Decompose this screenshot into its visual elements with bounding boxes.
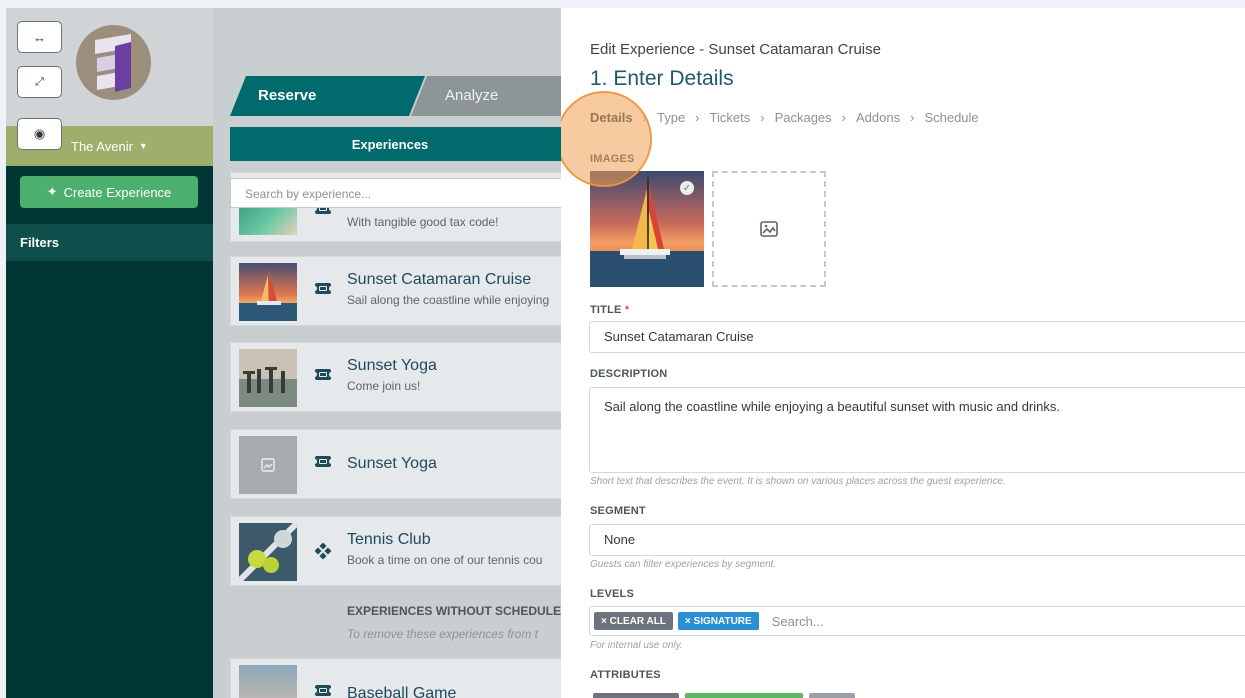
segment-label: SEGMENT — [590, 505, 646, 517]
chevron-right-icon: › — [910, 110, 915, 125]
property-name: The Avenir — [71, 138, 133, 154]
fullscreen-icon: ⤢ — [35, 75, 44, 88]
eye-icon: ◉ — [33, 126, 46, 141]
sidebar-header: ↔ ⤢ — [6, 8, 213, 126]
experience-title: Sunset Yoga — [347, 455, 437, 472]
experience-title: Baseball Game — [347, 685, 457, 698]
add-image-dropzone[interactable] — [712, 171, 826, 287]
no-schedule-subtitle: To remove these experiences from t — [347, 627, 538, 641]
ticket-icon — [313, 456, 333, 468]
sparkle-plus-icon: ✦ — [46, 184, 58, 199]
experience-subtitle: Book a time on one of our tennis cou — [347, 553, 543, 567]
segment-select[interactable]: None — [589, 524, 1245, 556]
step-addons[interactable]: Addons — [856, 110, 900, 125]
experience-subtitle: Come join us! — [347, 379, 421, 393]
sidebar: ↔ ⤢ ◉ The Avenir ▼ ✦ Create Experience F… — [6, 8, 213, 698]
step-schedule[interactable]: Schedule — [924, 110, 978, 125]
chevron-right-icon: › — [642, 110, 647, 125]
experience-image[interactable]: ✓ — [590, 171, 704, 287]
ticket-icon — [313, 283, 333, 295]
experience-thumbnail-placeholder — [239, 436, 297, 494]
fullscreen-button[interactable]: ⤢ — [17, 66, 62, 98]
step-packages[interactable]: Packages — [775, 110, 832, 125]
description-textarea[interactable]: Sail along the coastline while enjoying … — [589, 387, 1245, 473]
title-label: TITLE * — [590, 304, 630, 316]
property-logo — [76, 25, 151, 100]
expand-horizontal-icon: ↔ — [33, 29, 46, 45]
step-tickets[interactable]: Tickets — [710, 110, 751, 125]
title-input[interactable]: Sunset Catamaran Cruise — [589, 321, 1245, 353]
step-title: 1. Enter Details — [590, 67, 734, 90]
create-experience-button[interactable]: ✦ Create Experience — [20, 176, 198, 208]
levels-label: LEVELS — [590, 588, 634, 600]
segment-hint: Guests can filter experiences by segment… — [590, 559, 777, 570]
experience-title: Sunset Yoga — [347, 357, 437, 374]
ticket-icon — [313, 369, 333, 381]
chevron-right-icon: › — [760, 110, 765, 125]
breadcrumb: Details › Type › Tickets › Packages › Ad… — [590, 110, 979, 125]
list-item[interactable]: Sunset Yoga — [230, 429, 561, 499]
search-input[interactable]: Search by experience... — [230, 178, 561, 208]
description-label: DESCRIPTION — [590, 368, 668, 380]
diamond-grid-icon — [314, 542, 332, 560]
chevron-right-icon: › — [695, 110, 700, 125]
levels-search-input[interactable]: Search... — [772, 614, 824, 629]
description-hint: Short text that describes the event. It … — [590, 476, 1006, 487]
image-placeholder-icon — [261, 458, 275, 472]
caret-down-icon: ▼ — [138, 141, 148, 151]
image-icon — [760, 221, 778, 237]
list-item[interactable]: Sunset Catamaran Cruise Sail along the c… — [230, 256, 561, 326]
tab-experiences[interactable]: Experiences — [230, 127, 561, 161]
experience-subtitle: With tangible good tax code! — [347, 215, 499, 229]
levels-hint: For internal use only. — [590, 640, 683, 651]
experience-list-pane: Reserve Analyze Experiences Search by ex… — [213, 8, 561, 698]
experience-subtitle: Sail along the coastline while enjoying — [347, 293, 550, 307]
step-type[interactable]: Type — [657, 110, 685, 125]
expand-horizontal-button[interactable]: ↔ — [17, 21, 62, 53]
preview-button[interactable]: ◉ — [17, 118, 62, 150]
tab-reserve[interactable]: Reserve — [230, 76, 425, 116]
ticket-icon — [313, 685, 333, 697]
step-details[interactable]: Details — [590, 110, 633, 125]
signature-tag[interactable]: × SIGNATURE — [677, 612, 759, 630]
tab-analyze[interactable]: Analyze — [411, 76, 561, 116]
chevron-right-icon: › — [841, 110, 846, 125]
experience-title: Tennis Club — [347, 531, 431, 548]
attributes-label: ATTRIBUTES — [590, 669, 661, 681]
create-experience-label: Create Experience — [63, 184, 172, 200]
clear-all-tag[interactable]: × CLEAR ALL — [594, 612, 673, 630]
experience-thumbnail — [239, 665, 297, 698]
list-item[interactable]: Baseball Game — [230, 658, 561, 698]
panel-heading: Edit Experience - Sunset Catamaran Cruis… — [590, 41, 881, 58]
check-icon: ✓ — [680, 181, 694, 195]
list-item[interactable]: Tennis Club Book a time on one of our te… — [230, 516, 561, 586]
experience-thumbnail — [239, 349, 297, 407]
edit-experience-panel: Edit Experience - Sunset Catamaran Cruis… — [561, 8, 1245, 698]
filters-header[interactable]: Filters — [6, 224, 213, 261]
levels-multiselect[interactable]: × CLEAR ALL × SIGNATURE Search... — [589, 606, 1245, 636]
list-item[interactable]: Sunset Yoga Come join us! — [230, 342, 561, 412]
logo-mark-icon — [94, 33, 131, 92]
experience-thumbnail — [239, 523, 297, 581]
no-schedule-heading: EXPERIENCES WITHOUT SCHEDULES — [347, 604, 561, 618]
experience-title: Sunset Catamaran Cruise — [347, 271, 532, 288]
experience-thumbnail — [239, 263, 297, 321]
no-schedule-section: EXPERIENCES WITHOUT SCHEDULES To remove … — [230, 587, 561, 657]
images-label: IMAGES — [590, 153, 635, 165]
